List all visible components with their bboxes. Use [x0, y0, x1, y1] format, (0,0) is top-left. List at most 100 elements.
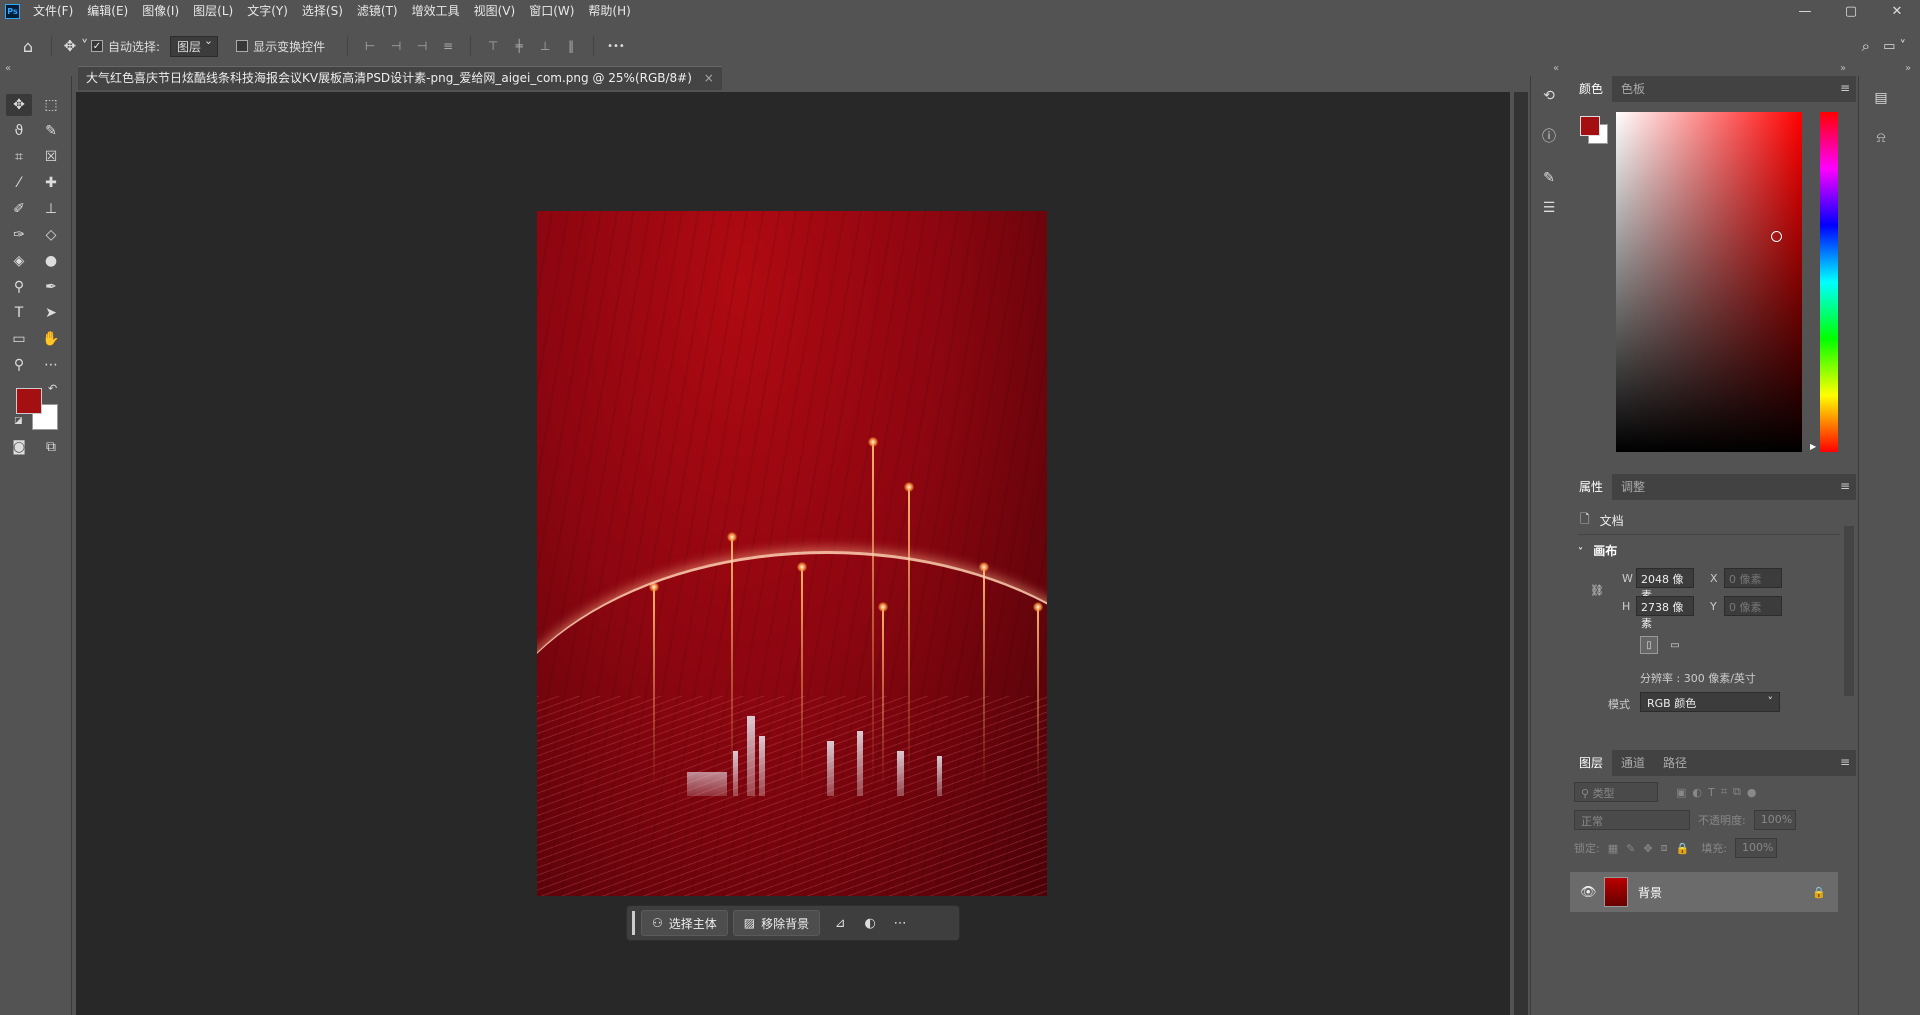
lasso-tool-icon[interactable]: ϑ [6, 120, 32, 142]
layer-lock-icon[interactable]: 🔒 [1812, 886, 1826, 899]
tab-properties[interactable]: 属性 [1570, 474, 1613, 500]
lock-artboard-icon[interactable]: ⧈ [1661, 841, 1668, 855]
menu-select[interactable]: 选择(S) [295, 0, 350, 23]
menu-view[interactable]: 视图(V) [467, 0, 523, 23]
align-top-icon[interactable]: ⊤ [482, 38, 504, 54]
canvas-area[interactable]: ⚇ 选择主体 ▨ 移除背景 ⊿ ◐ ⋯ [76, 92, 1510, 1015]
eyedropper-tool-icon[interactable]: ⁄ [6, 172, 32, 194]
screen-mode-icon[interactable]: ⧉ [38, 436, 64, 458]
more-options-icon[interactable]: ••• [607, 41, 625, 52]
type-tool-icon[interactable]: T [6, 302, 32, 324]
landscape-orientation-icon[interactable]: ▭ [1666, 636, 1684, 654]
menu-window[interactable]: 窗口(W) [522, 0, 581, 23]
collapse-icon[interactable]: « [5, 63, 11, 74]
y-field[interactable]: 0 像素 [1724, 596, 1782, 616]
healing-brush-tool-icon[interactable]: ✚ [38, 172, 64, 194]
move-tool-icon[interactable]: ✥ ˅ [61, 37, 91, 55]
width-field[interactable]: 2048 像素 [1636, 568, 1694, 602]
collapse-icon[interactable]: » [1840, 63, 1846, 74]
auto-select-target-dropdown[interactable]: 图层 [170, 34, 219, 57]
home-icon[interactable]: ⌂ [14, 37, 42, 56]
info-icon[interactable]: ⓘ [1537, 124, 1561, 148]
quick-select-tool-icon[interactable]: ✎ [38, 120, 64, 142]
pen-tool-icon[interactable]: ✒ [38, 276, 64, 298]
panel-menu-icon[interactable]: ≡ [1840, 755, 1850, 769]
rectangle-tool-icon[interactable]: ▭ [6, 328, 32, 350]
distribute-h-icon[interactable]: ≡ [437, 38, 459, 54]
menu-layer[interactable]: 图层(L) [186, 0, 240, 23]
tab-layers[interactable]: 图层 [1570, 750, 1613, 776]
tab-color[interactable]: 颜色 [1570, 76, 1613, 102]
menu-filter[interactable]: 滤镜(T) [350, 0, 405, 23]
quick-mask-icon[interactable]: ◙ [6, 436, 32, 458]
paint-bucket-tool-icon[interactable]: ◈ [6, 250, 32, 272]
properties-scrollbar[interactable] [1844, 526, 1854, 696]
move-tool-icon[interactable]: ✥ [6, 94, 32, 116]
adjust-sliders-icon[interactable]: ☰ [1537, 196, 1561, 220]
panel-menu-icon[interactable]: ≡ [1840, 479, 1850, 493]
panel-menu-icon[interactable]: ≡ [1840, 81, 1850, 95]
workspace-icon[interactable]: ▭ ˅ [1883, 39, 1906, 54]
blur-tool-icon[interactable]: ● [38, 250, 64, 272]
align-right-icon[interactable]: ⊣ [411, 38, 433, 54]
more-options-icon[interactable]: ⋯ [885, 916, 915, 931]
filter-image-icon[interactable]: ▣ [1676, 786, 1686, 799]
brushes-icon[interactable]: ✎ [1537, 166, 1561, 190]
minimize-button[interactable]: — [1782, 0, 1828, 23]
link-icon[interactable]: ⛓ [1590, 584, 1604, 597]
close-window-button[interactable]: ✕ [1874, 0, 1920, 23]
document-image[interactable] [537, 211, 1047, 896]
tab-adjustments[interactable]: 调整 [1612, 474, 1654, 500]
drag-handle[interactable] [632, 911, 635, 935]
hue-slider[interactable] [1820, 112, 1838, 452]
filter-adjustment-icon[interactable]: ◐ [1692, 786, 1702, 799]
canvas-section-header[interactable]: ˅ 画布 [1578, 542, 1617, 559]
foreground-color-swatch[interactable] [1580, 116, 1600, 136]
portrait-orientation-icon[interactable]: ▯ [1640, 636, 1658, 654]
libraries-icon[interactable]: ▤ [1869, 86, 1893, 110]
document-tab[interactable]: 大气红色喜庆节日炫酷线条科技海报会议KV展板高清PSD设计素-png_爱给网_a… [78, 66, 722, 90]
visibility-eye-icon[interactable]: 👁 [1580, 885, 1597, 900]
auto-select-checkbox[interactable]: ✓ [91, 40, 103, 52]
menu-plugins[interactable]: 增效工具 [405, 0, 467, 23]
maximize-button[interactable]: ▢ [1828, 0, 1874, 23]
vertical-scrollbar[interactable] [1514, 92, 1528, 1015]
default-colors-icon[interactable]: ◪ [14, 416, 23, 426]
transform-icon[interactable]: ⊿ [825, 916, 855, 931]
notifications-icon[interactable]: ⍾ [1869, 126, 1893, 150]
lock-all-icon[interactable]: 🔒 [1676, 842, 1690, 855]
menu-edit[interactable]: 编辑(E) [80, 0, 135, 23]
layer-row[interactable]: 👁 背景 🔒 [1570, 872, 1838, 912]
history-brush-tool-icon[interactable]: ✑ [6, 224, 32, 246]
color-picker-field[interactable] [1616, 112, 1802, 452]
filter-shape-icon[interactable]: ⌗ [1721, 785, 1727, 799]
menu-file[interactable]: 文件(F) [26, 0, 80, 23]
lock-transparent-icon[interactable]: ▦ [1608, 842, 1618, 855]
layer-filter-dropdown[interactable]: ⚲ 类型 [1574, 782, 1658, 802]
opacity-field[interactable]: 100% [1753, 810, 1796, 830]
menu-type[interactable]: 文字(Y) [240, 0, 295, 23]
x-field[interactable]: 0 像素 [1724, 568, 1782, 588]
frame-tool-icon[interactable]: ☒ [38, 146, 64, 168]
filter-type-icon[interactable]: T [1708, 786, 1715, 799]
path-select-tool-icon[interactable]: ➤ [38, 302, 64, 324]
adjustment-icon[interactable]: ◐ [855, 916, 885, 931]
blend-mode-dropdown[interactable]: 正常 [1574, 810, 1690, 830]
lock-image-icon[interactable]: ✎ [1626, 842, 1635, 855]
hand-tool-icon[interactable]: ✋ [38, 328, 64, 350]
more-tools-icon[interactable]: ⋯ [38, 354, 64, 376]
dodge-tool-icon[interactable]: ⚲ [6, 276, 32, 298]
menu-help[interactable]: 帮助(H) [581, 0, 637, 23]
close-tab-icon[interactable]: × [704, 71, 714, 85]
color-picker-cursor[interactable] [1771, 231, 1782, 242]
height-field[interactable]: 2738 像素 [1636, 596, 1694, 630]
search-icon[interactable]: ⌕ [1862, 37, 1870, 55]
transform-controls-checkbox[interactable] [236, 40, 249, 52]
swap-colors-icon[interactable]: ↶ [48, 382, 57, 395]
tab-swatches[interactable]: 色板 [1612, 76, 1654, 102]
zoom-tool-icon[interactable]: ⚲ [6, 354, 32, 376]
stamp-tool-icon[interactable]: ⊥ [38, 198, 64, 220]
remove-background-button[interactable]: ▨ 移除背景 [732, 910, 821, 936]
align-middle-v-icon[interactable]: ╪ [508, 38, 530, 54]
filter-toggle-icon[interactable]: ● [1747, 786, 1757, 799]
